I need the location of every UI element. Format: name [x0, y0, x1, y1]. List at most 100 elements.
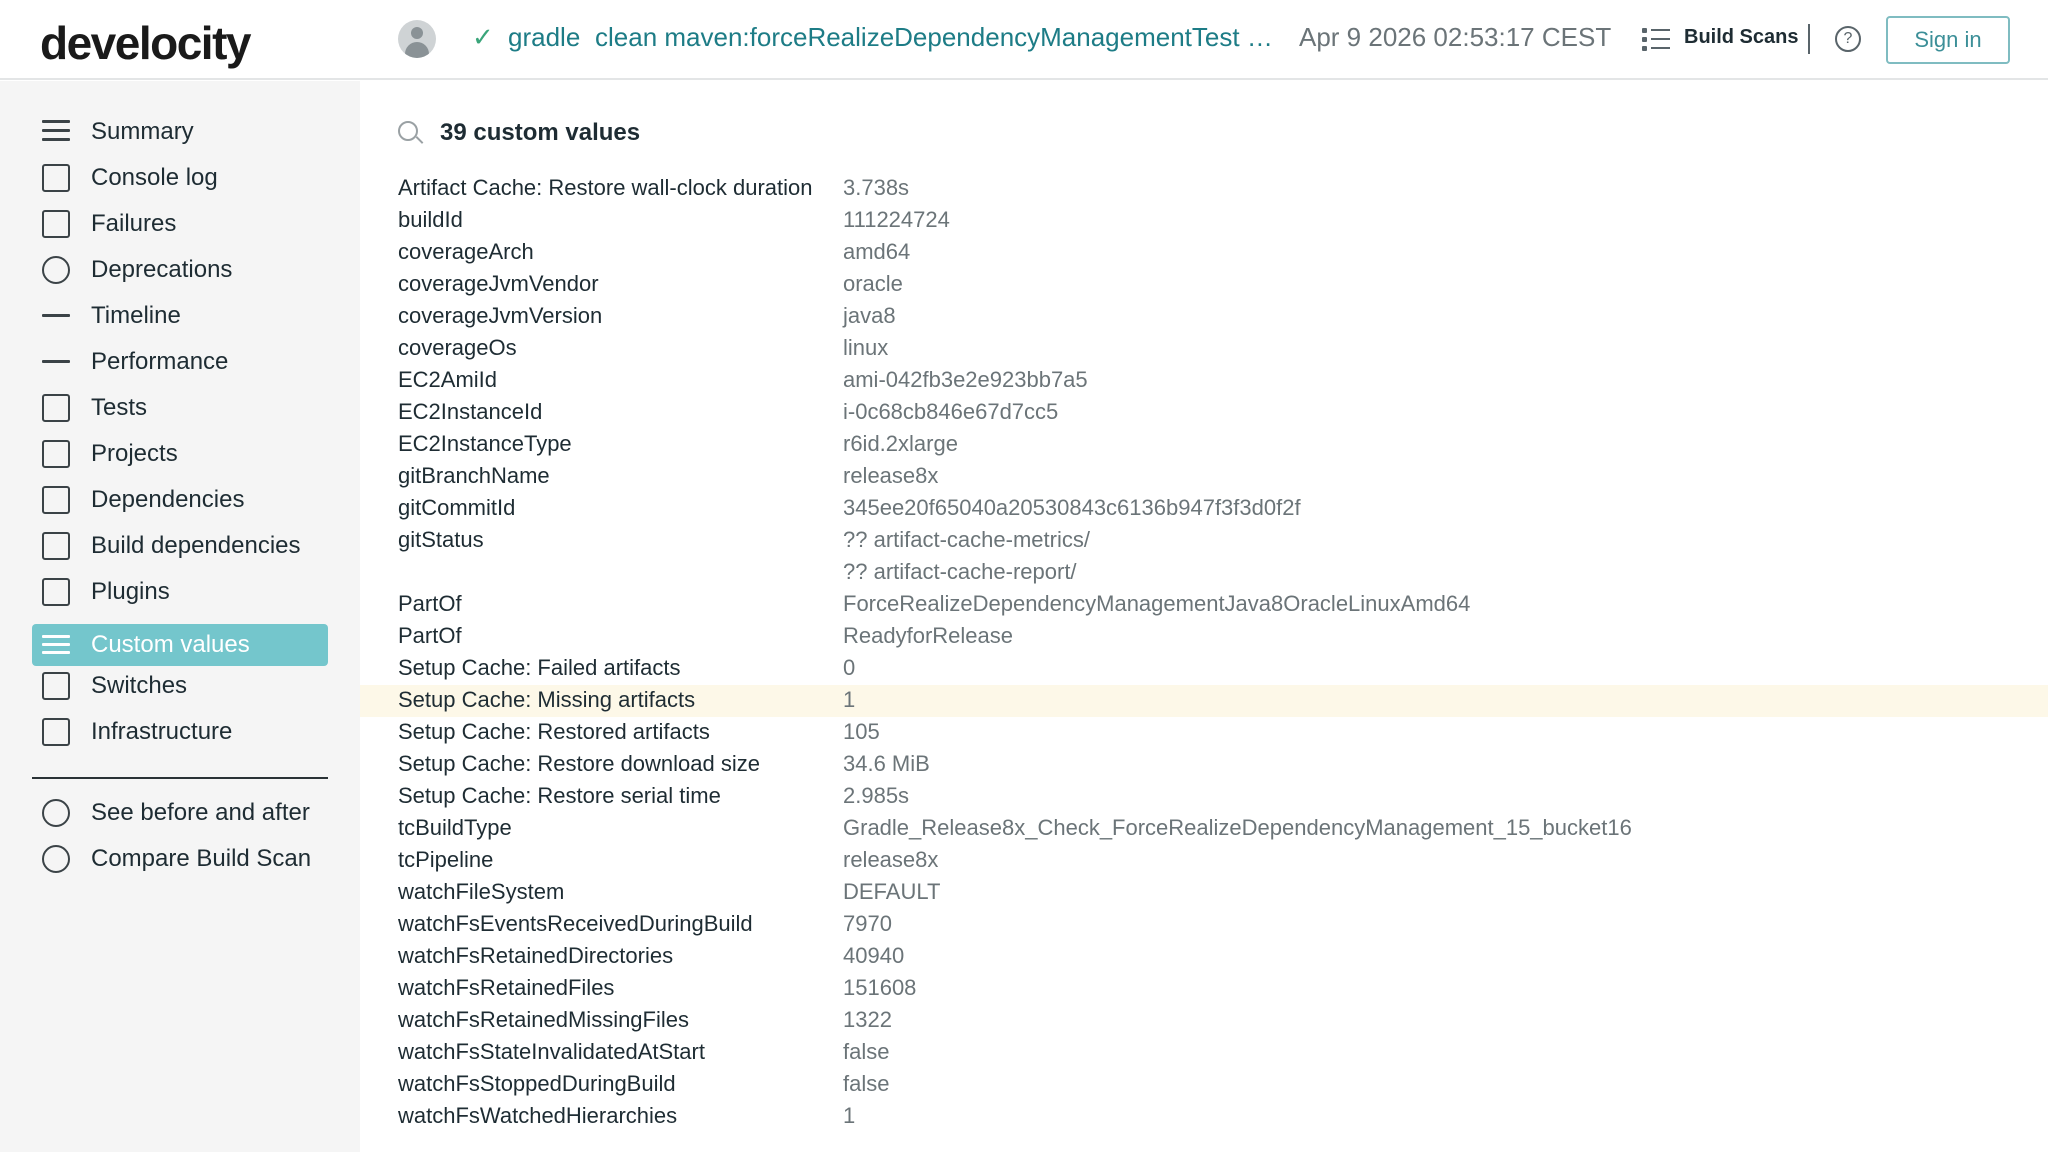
- compare-icon: [42, 845, 70, 873]
- sidebar-item-plugins[interactable]: Plugins: [32, 571, 328, 613]
- custom-value-row: gitCommitId 345ee20f65040a20530843c6136b9…: [360, 493, 2048, 525]
- custom-value: Gradle_Release8x_Check_ForceRealizeDepen…: [843, 815, 1632, 840]
- custom-value-row: Setup Cache: Restored artifacts 105: [360, 717, 2048, 749]
- sidebar-item-custom-values[interactable]: Custom values: [32, 624, 328, 666]
- custom-value-row: EC2AmiId ami-042fb3e2e923bb7a5: [360, 365, 2048, 397]
- top-header: develocity ✓ gradle clean maven:forceRea…: [0, 0, 2048, 80]
- custom-value-key: buildId: [398, 207, 463, 232]
- sidebar-item-deprecations[interactable]: Deprecations: [32, 249, 328, 291]
- custom-value-row: watchFsRetainedDirectories 40940: [360, 941, 2048, 973]
- custom-value-row-highlighted: Setup Cache: Missing artifacts 1: [360, 685, 2048, 717]
- custom-value-key: watchFsWatchedHierarchies: [398, 1103, 678, 1128]
- custom-value: linux: [843, 335, 889, 360]
- custom-values-panel: 39 custom values Artifact Cache: Restore…: [360, 81, 2048, 1152]
- custom-value: ForceRealizeDependencyManagementJava8Ora…: [843, 591, 1471, 616]
- sidebar-item-label: See before and after: [91, 799, 310, 826]
- custom-value: 34.6 MiB: [843, 751, 930, 776]
- custom-value-key: EC2InstanceId: [398, 399, 543, 424]
- custom-value-row: watchFsRetainedMissingFiles 1322: [360, 1005, 2048, 1037]
- failures-icon: [42, 210, 70, 238]
- custom-value-row: watchFsStateInvalidatedAtStart false: [360, 1037, 2048, 1069]
- sidebar-item-label: Compare Build Scan: [91, 845, 312, 872]
- sidebar-item-compare-build-scan[interactable]: Compare Build Scan: [32, 838, 328, 880]
- sidebar-item-label: Projects: [91, 440, 178, 467]
- sidebar-divider: [32, 777, 328, 779]
- search-icon[interactable]: [398, 121, 418, 141]
- tests-icon: [42, 394, 70, 422]
- build-scans-list-icon[interactable]: [1642, 26, 1670, 52]
- develocity-logo[interactable]: develocity: [40, 16, 252, 70]
- custom-value-row: coverageArch amd64: [360, 237, 2048, 269]
- custom-value-key: watchFsStoppedDuringBuild: [398, 1071, 676, 1096]
- sidebar-item-summary[interactable]: Summary: [32, 111, 328, 153]
- custom-value: 0: [843, 655, 856, 680]
- custom-value-row: Artifact Cache: Restore wall-clock durat…: [360, 173, 2048, 205]
- custom-value-row: tcBuildType Gradle_Release8x_Check_ForceR…: [360, 813, 2048, 845]
- custom-value-key: coverageArch: [398, 239, 534, 264]
- custom-value-key: Setup Cache: Restore download size: [398, 751, 760, 776]
- custom-value-row: coverageOs linux: [360, 333, 2048, 365]
- sidebar-item-failures[interactable]: Failures: [32, 203, 328, 245]
- list-dot: [1642, 37, 1647, 42]
- custom-value-key: tcBuildType: [398, 815, 512, 840]
- custom-value: release8x: [843, 847, 939, 872]
- custom-value-key: watchFsRetainedDirectories: [398, 943, 674, 968]
- custom-value: r6id.2xlarge: [843, 431, 958, 456]
- custom-value-row: Setup Cache: Restore serial time 2.985s: [360, 781, 2048, 813]
- sidebar-item-infrastructure[interactable]: Infrastructure: [32, 711, 328, 753]
- list-line: [1651, 38, 1670, 40]
- sidebar-item-timeline[interactable]: Timeline: [32, 295, 328, 337]
- performance-icon: [42, 348, 70, 376]
- sidebar-item-projects[interactable]: Projects: [32, 433, 328, 475]
- custom-value-row: Setup Cache: Failed artifacts 0: [360, 653, 2048, 685]
- custom-value-row: watchFsEventsReceivedDuringBuild 7970: [360, 909, 2048, 941]
- sidebar-item-label: Switches: [91, 672, 188, 699]
- user-avatar-icon[interactable]: [398, 20, 436, 58]
- build-tool-label: gradle: [508, 22, 581, 52]
- sidebar-item-label: Dependencies: [91, 486, 245, 513]
- sidebar-item-performance[interactable]: Performance: [32, 341, 328, 383]
- custom-value-key: EC2AmiId: [398, 367, 498, 392]
- sidebar-item-label: Custom values: [91, 631, 250, 658]
- custom-value-row: PartOf ForceRealizeDependencyManagementJa…: [360, 589, 2048, 621]
- list-dot: [1642, 46, 1647, 51]
- custom-value: DEFAULT: [843, 879, 941, 904]
- custom-value: 345ee20f65040a20530843c6136b947f3f3d0f2f: [843, 495, 1301, 520]
- dependencies-icon: [42, 486, 70, 514]
- sidebar-item-label: Performance: [91, 348, 229, 375]
- list-line: [1651, 47, 1670, 49]
- custom-value-key: tcPipeline: [398, 847, 494, 872]
- sidebar-item-build-dependencies[interactable]: Build dependencies: [32, 525, 328, 567]
- custom-value-row: coverageJvmVersion java8: [360, 301, 2048, 333]
- sidebar-item-switches[interactable]: Switches: [32, 665, 328, 707]
- sidebar-item-tests[interactable]: Tests: [32, 387, 328, 429]
- plugins-icon: [42, 578, 70, 606]
- custom-value-key: watchFsRetainedFiles: [398, 975, 615, 1000]
- custom-value: i-0c68cb846e67d7cc5: [843, 399, 1059, 424]
- sign-in-button[interactable]: Sign in: [1886, 16, 2010, 64]
- build-date: Apr 9 2026 02:53:17 CEST: [1299, 22, 1612, 52]
- custom-value-row: watchFileSystem DEFAULT: [360, 877, 2048, 909]
- custom-value: 151608: [843, 975, 917, 1000]
- sidebar-item-see-before-and-after[interactable]: See before and after: [32, 792, 328, 834]
- custom-value: 1: [843, 687, 856, 712]
- infrastructure-icon: [42, 718, 70, 746]
- build-scans-link[interactable]: Build Scans: [1684, 26, 1798, 49]
- custom-value: false: [843, 1071, 890, 1096]
- custom-value-key: gitStatus: [398, 527, 484, 552]
- custom-value-key: gitCommitId: [398, 495, 516, 520]
- custom-value: oracle: [843, 271, 903, 296]
- build-dependencies-icon: [42, 532, 70, 560]
- sidebar-item-label: Deprecations: [91, 256, 233, 283]
- help-icon[interactable]: ?: [1835, 26, 1861, 52]
- custom-value-row: PartOf ReadyforRelease: [360, 621, 2048, 653]
- custom-value: 1322: [843, 1007, 892, 1032]
- custom-value: 1: [843, 1103, 856, 1128]
- custom-value-key: watchFsEventsReceivedDuringBuild: [398, 911, 753, 936]
- sidebar-item-dependencies[interactable]: Dependencies: [32, 479, 328, 521]
- custom-values-count[interactable]: 39 custom values: [440, 119, 640, 147]
- sidebar-item-console-log[interactable]: Console log: [32, 157, 328, 199]
- build-command[interactable]: clean maven:forceRealizeDependencyManage…: [595, 22, 1280, 53]
- custom-value: 105: [843, 719, 880, 744]
- custom-value-row: Setup Cache: Restore download size 34.6 M…: [360, 749, 2048, 781]
